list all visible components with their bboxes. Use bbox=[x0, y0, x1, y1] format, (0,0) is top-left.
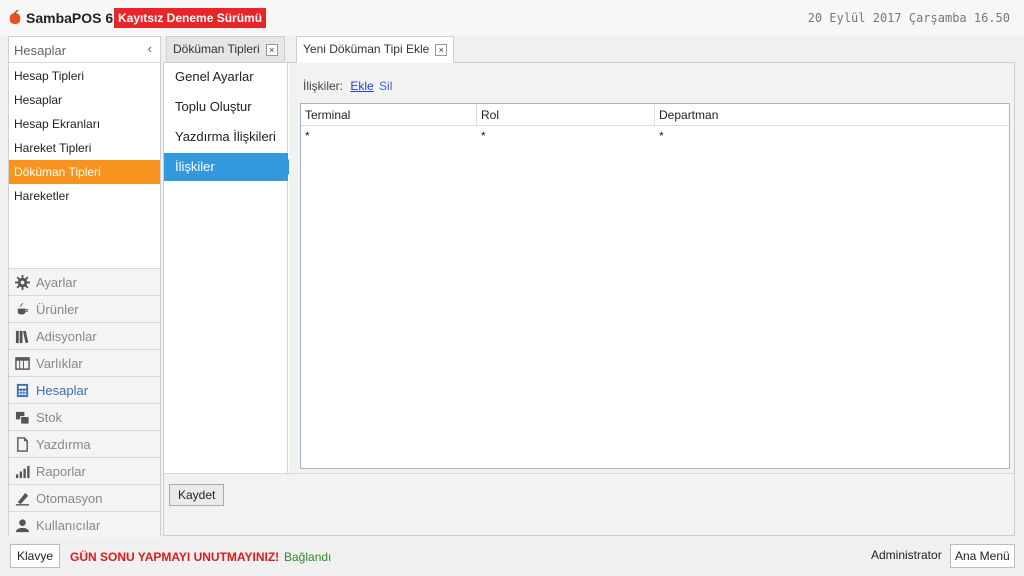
editor-panel: Genel Ayarlar Toplu Oluştur Yazdırma İli… bbox=[163, 62, 1015, 536]
settings-nav-label: İlişkiler bbox=[175, 159, 215, 174]
collapse-sidebar-button[interactable]: ‹ bbox=[148, 41, 152, 56]
table-icon bbox=[15, 357, 30, 370]
editor-footer: Kaydet bbox=[164, 473, 1014, 535]
cell-rol[interactable]: * bbox=[477, 126, 655, 146]
save-button[interactable]: Kaydet bbox=[169, 484, 225, 506]
nav-label: Ayarlar bbox=[36, 275, 77, 290]
settings-nav: Genel Ayarlar Toplu Oluştur Yazdırma İli… bbox=[164, 63, 296, 473]
nav-label: Raporlar bbox=[36, 464, 86, 479]
settings-nav-yazdirma-iliskileri[interactable]: Yazdırma İlişkileri bbox=[164, 123, 288, 151]
relations-grid[interactable]: Terminal Rol Departman * * * bbox=[300, 103, 1010, 469]
nav-raporlar[interactable]: Raporlar bbox=[9, 457, 160, 484]
sidebar-item-dokuman-tipleri[interactable]: Döküman Tipleri bbox=[9, 160, 160, 184]
cell-departman[interactable]: * bbox=[655, 126, 1009, 146]
relations-label: İlişkiler: bbox=[303, 79, 344, 93]
main-menu-button[interactable]: Ana Menü bbox=[950, 544, 1015, 568]
user-icon bbox=[15, 519, 30, 533]
column-header-terminal[interactable]: Terminal bbox=[301, 104, 477, 126]
nav-adisyonlar[interactable]: Adisyonlar bbox=[9, 322, 160, 349]
sidebar-item-hareketler[interactable]: Hareketler bbox=[9, 184, 160, 208]
tab-yeni-dokuman-tipi-ekle[interactable]: Yeni Döküman Tipi Ekle × bbox=[296, 36, 455, 63]
settings-nav-toplu-olustur[interactable]: Toplu Oluştur bbox=[164, 93, 288, 121]
tab-label: Yeni Döküman Tipi Ekle bbox=[303, 42, 430, 56]
sidebar-item-hesap-tipleri[interactable]: Hesap Tipleri bbox=[9, 64, 160, 88]
nav-label: Ürünler bbox=[36, 302, 79, 317]
app-title: SambaPOS 6 bbox=[26, 10, 114, 26]
document-icon bbox=[17, 437, 28, 452]
grid-header: Terminal Rol Departman bbox=[301, 104, 1009, 126]
sidebar-menu: Hesap Tipleri Hesaplar Hesap Ekranları H… bbox=[9, 63, 160, 267]
cell-terminal[interactable]: * bbox=[301, 126, 477, 146]
add-relation-link[interactable]: Ekle bbox=[350, 79, 373, 93]
nav-hesaplar[interactable]: Hesaplar bbox=[9, 376, 160, 403]
nav-label: Stok bbox=[36, 410, 63, 425]
tab-dokuman-tipleri[interactable]: Döküman Tipleri × bbox=[166, 36, 285, 62]
nav-ayarlar[interactable]: Ayarlar bbox=[9, 268, 160, 295]
relations-content: İlişkiler: Ekle Sil Terminal Rol Departm… bbox=[289, 63, 1014, 473]
nav-yazdirma[interactable]: Yazdırma bbox=[9, 430, 160, 457]
settings-nav-genel-ayarlar[interactable]: Genel Ayarlar bbox=[164, 63, 288, 91]
nav-label: Hesaplar bbox=[36, 383, 89, 398]
books-icon bbox=[15, 330, 29, 344]
sidebar-title: Hesaplar bbox=[14, 43, 67, 58]
nav-label: Adisyonlar bbox=[36, 329, 97, 344]
column-header-rol[interactable]: Rol bbox=[477, 104, 655, 126]
nav-label: Otomasyon bbox=[36, 491, 103, 506]
sidebar-item-hesaplar[interactable]: Hesaplar bbox=[9, 88, 160, 112]
nav-otomasyon[interactable]: Otomasyon bbox=[9, 484, 160, 511]
bar-chart-icon bbox=[15, 465, 30, 479]
trial-badge: Kayıtsız Deneme Sürümü bbox=[114, 8, 267, 28]
keyboard-button[interactable]: Klavye bbox=[10, 544, 61, 568]
nav-label: Varlıklar bbox=[36, 356, 83, 371]
close-tab-icon[interactable]: × bbox=[435, 43, 448, 56]
boxes-icon bbox=[15, 411, 30, 425]
column-header-departman[interactable]: Departman bbox=[655, 104, 1009, 126]
nav-label: Yazdırma bbox=[36, 437, 91, 452]
datetime-display: 20 Eylül 2017 Çarşamba 16.50 bbox=[807, 11, 1010, 25]
cup-icon bbox=[17, 302, 28, 315]
title-bar: SambaPOS 6 Kayıtsız Deneme Sürümü 20 Eyl… bbox=[0, 0, 1024, 36]
nav-kullanicilar[interactable]: Kullanıcılar bbox=[9, 511, 160, 538]
table-row[interactable]: * * * bbox=[301, 126, 1009, 146]
sidebar: Hesaplar ‹ Hesap Tipleri Hesaplar Hesap … bbox=[8, 36, 161, 538]
sidebar-item-hareket-tipleri[interactable]: Hareket Tipleri bbox=[9, 136, 160, 160]
nav-varliklar[interactable]: Varlıklar bbox=[9, 349, 160, 376]
nav-label: Kullanıcılar bbox=[36, 518, 101, 533]
sidebar-item-hesap-ekranlari[interactable]: Hesap Ekranları bbox=[9, 112, 160, 136]
samba-logo-icon bbox=[9, 10, 21, 24]
delete-relation-link[interactable]: Sil bbox=[379, 79, 392, 93]
relations-toolbar: İlişkiler: Ekle Sil bbox=[303, 79, 392, 93]
calculator-icon bbox=[16, 383, 29, 398]
gear-icon bbox=[15, 275, 30, 290]
current-user: Administrator bbox=[871, 548, 942, 562]
pen-icon bbox=[15, 492, 30, 506]
status-bar: Klavye GÜN SONU YAPMAYI UNUTMAYINIZ! Bağ… bbox=[0, 540, 1024, 576]
settings-nav-iliskiler[interactable]: İlişkiler bbox=[164, 153, 296, 181]
tab-label: Döküman Tipleri bbox=[173, 42, 260, 56]
close-tab-icon[interactable]: × bbox=[265, 43, 278, 56]
nav-stok[interactable]: Stok bbox=[9, 403, 160, 430]
module-nav: Ayarlar Ürünler Adisyonlar Varlıklar Hes… bbox=[9, 268, 160, 538]
sidebar-header: Hesaplar ‹ bbox=[9, 37, 160, 63]
end-of-day-warning: GÜN SONU YAPMAYI UNUTMAYINIZ! bbox=[70, 550, 280, 564]
connection-status: Bağlandı bbox=[284, 550, 332, 564]
nav-urunler[interactable]: Ürünler bbox=[9, 295, 160, 322]
